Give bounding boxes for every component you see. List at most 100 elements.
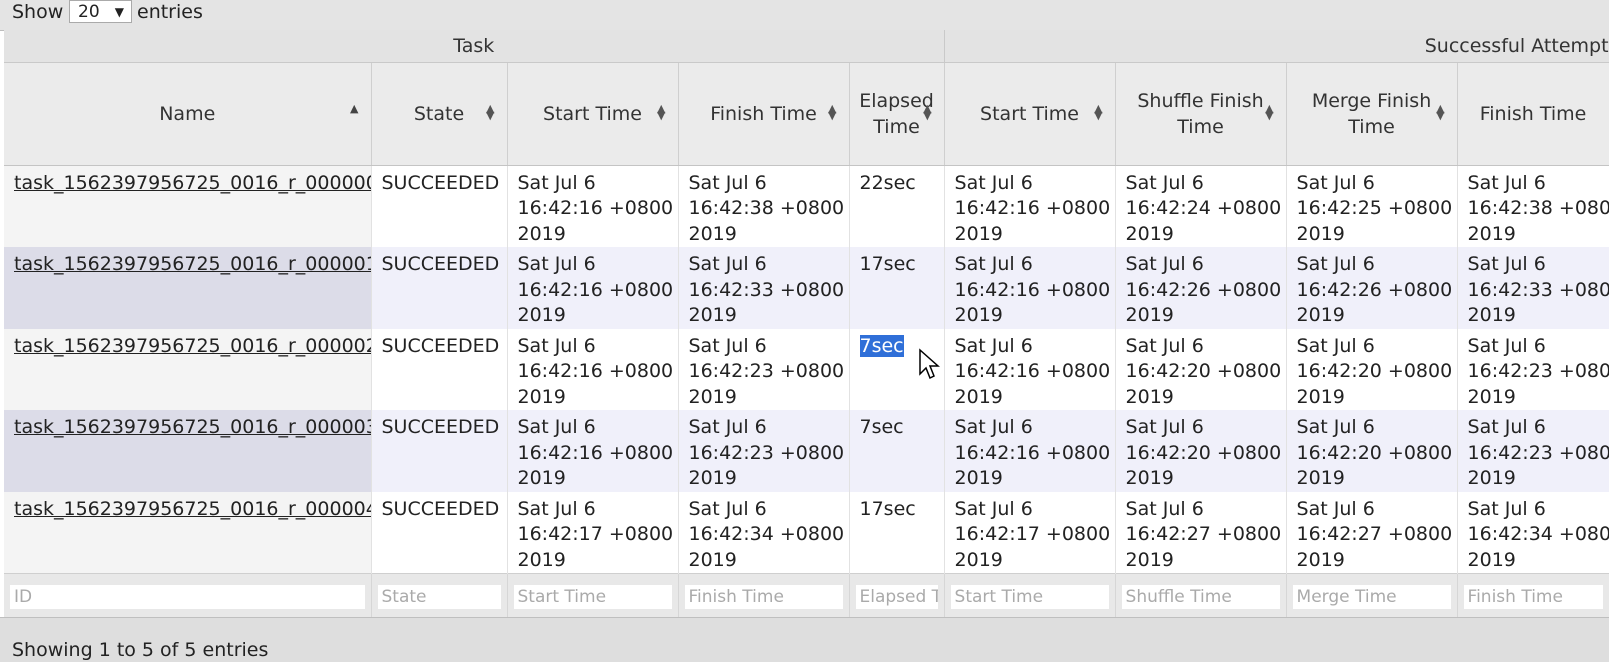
elapsed-value: 17sec [859, 253, 916, 275]
sort-both-icon: ▲ ▼ [1094, 101, 1103, 122]
column-header-state[interactable]: State ▲ ▼ [371, 62, 508, 166]
merge-finish-time-cell: Sat Jul 6 16:42:20 +0800 2019 [1286, 328, 1458, 410]
datetime-line: 2019 [1125, 548, 1174, 571]
filter-cell: Elapsed Time [849, 573, 945, 620]
column-header-finish-time[interactable]: Finish Time ▲ ▼ [678, 62, 850, 166]
datetime-line: Sat Jul 6 [954, 171, 1033, 194]
attempt-finish-time-cell: Sat Jul 6 16:42:38 +0800 2019 [1457, 165, 1609, 247]
datetime-line: 16:42:24 +0800 [1125, 197, 1282, 219]
task-name-cell: task_1562397956725_0016_r_000004 [4, 491, 372, 574]
mouse-pointer-icon [919, 348, 940, 380]
elapsed-time-cell: 7sec [849, 410, 945, 492]
datetime-line: Sat Jul 6 [688, 497, 767, 520]
filter-cell: Shuffle Time [1115, 573, 1287, 620]
merge-finish-time-cell: Sat Jul 6 16:42:26 +0800 2019 [1286, 247, 1458, 329]
task-name-cell: task_1562397956725_0016_r_000003 [4, 410, 372, 492]
filter-input-shuffle-time[interactable]: Shuffle Time [1121, 584, 1280, 609]
datetime-line: 2019 [517, 304, 566, 326]
shuffle-finish-time-cell: Sat Jul 6 16:42:24 +0800 2019 [1115, 165, 1287, 247]
task-state: SUCCEEDED [371, 410, 508, 492]
datetime-line: Sat Jul 6 [688, 416, 767, 438]
table-row: task_1562397956725_0016_r_000002 SUCCEEDE… [4, 328, 1609, 410]
datetime-line: Sat Jul 6 [517, 334, 596, 357]
column-header-name[interactable]: Name ▲ [4, 62, 372, 166]
datetime-line: Sat Jul 6 [688, 171, 767, 194]
datetime-line: 2019 [517, 548, 566, 571]
task-link[interactable]: task_1562397956725_0016_r_000001 [14, 253, 370, 275]
datetime-line: 16:42:38 +0800 [1467, 197, 1609, 219]
filter-input-start-time[interactable]: Start Time [513, 584, 672, 609]
datetime-line: Sat Jul 6 [1125, 497, 1204, 520]
datetime-line: 16:42:26 +0800 [1296, 278, 1453, 301]
column-header-shuffle-finish-time[interactable]: Shuffle Finish Time ▲ ▼ [1115, 62, 1287, 166]
merge-finish-time-cell: Sat Jul 6 16:42:25 +0800 2019 [1286, 165, 1458, 247]
column-header-label: Merge Finish Time [1311, 89, 1432, 138]
datetime-line: 16:42:20 +0800 [1296, 441, 1453, 464]
elapsed-time-cell: 17sec [849, 247, 945, 329]
datetime-line: 16:42:23 +0800 [688, 441, 845, 464]
task-state: SUCCEEDED [371, 247, 508, 329]
elapsed-value: 17sec [859, 497, 916, 520]
datetime-line: Sat Jul 6 [1467, 334, 1546, 357]
filter-input-elapsed-time[interactable]: Elapsed Time [855, 584, 938, 609]
entries-per-page-select[interactable]: 20 ▼ [69, 0, 132, 23]
column-header-attempt-start-time[interactable]: Start Time ▲ ▼ [944, 62, 1116, 166]
filter-input-attempt-start-time[interactable]: Start Time [950, 584, 1109, 609]
datetime-line: Sat Jul 6 [688, 253, 767, 275]
datetime-line: 16:42:16 +0800 [517, 197, 674, 219]
datetime-line: Sat Jul 6 [954, 334, 1033, 357]
datetime-line: 16:42:23 +0800 [1467, 441, 1609, 464]
filter-input-attempt-finish-time[interactable]: Finish Time [1463, 584, 1603, 609]
finish-time-cell: Sat Jul 6 16:42:33 +0800 2019 [678, 247, 850, 329]
datetime-line: 16:42:16 +0800 [517, 441, 674, 464]
task-link[interactable]: task_1562397956725_0016_r_000003 [14, 416, 370, 438]
datetime-line: 2019 [1296, 548, 1345, 571]
datetime-line: 2019 [1296, 222, 1345, 245]
datetime-line: Sat Jul 6 [1296, 334, 1375, 357]
column-header-attempt-finish-time[interactable]: Finish Time [1457, 62, 1609, 166]
column-header-elapsed-time[interactable]: Elapsed Time ▲ ▼ [849, 62, 945, 166]
task-link[interactable]: task_1562397956725_0016_r_000004 [14, 498, 370, 520]
datetime-line: 16:42:34 +0800 [1467, 523, 1609, 545]
datetime-line: 2019 [1467, 304, 1516, 326]
datetime-line: 2019 [517, 467, 566, 489]
datetime-line: 16:42:34 +0800 [688, 523, 845, 545]
task-link[interactable]: task_1562397956725_0016_r_000000 [14, 172, 370, 194]
filter-input-merge-time[interactable]: Merge Time [1292, 584, 1451, 609]
start-time-cell: Sat Jul 6 16:42:16 +0800 2019 [507, 165, 679, 247]
datetime-line: Sat Jul 6 [1125, 334, 1204, 357]
column-header-start-time[interactable]: Start Time ▲ ▼ [507, 62, 679, 166]
finish-time-cell: Sat Jul 6 16:42:23 +0800 2019 [678, 410, 850, 492]
datetime-line: Sat Jul 6 [954, 497, 1033, 520]
table-row: task_1562397956725_0016_r_000000 SUCCEEDE… [4, 165, 1609, 247]
datetime-line: 2019 [688, 467, 737, 489]
task-name-cell: task_1562397956725_0016_r_000000 [4, 165, 372, 247]
datetime-line: 2019 [1296, 385, 1345, 408]
column-header-label: Shuffle Finish Time [1137, 89, 1264, 138]
datetime-line: 16:42:33 +0800 [688, 278, 845, 301]
datetime-line: 2019 [688, 304, 737, 326]
shuffle-finish-time-cell: Sat Jul 6 16:42:20 +0800 2019 [1115, 410, 1287, 492]
datetime-line: 2019 [688, 548, 737, 571]
merge-finish-time-cell: Sat Jul 6 16:42:20 +0800 2019 [1286, 410, 1458, 492]
filter-cell: Start Time [507, 573, 679, 620]
tasks-table: Task Successful Attempt Name ▲ State ▲ ▼ Star… [4, 30, 1609, 620]
datetime-line: 16:42:16 +0800 [954, 197, 1111, 219]
datetime-line: Sat Jul 6 [517, 497, 596, 520]
datetime-line: 16:42:16 +0800 [954, 278, 1111, 301]
column-header-label: Name [159, 102, 216, 125]
task-state: SUCCEEDED [371, 165, 508, 247]
group-header-task: Task [4, 30, 945, 63]
column-header-label: Start Time [543, 102, 642, 125]
table-row: task_1562397956725_0016_r_000003 SUCCEEDE… [4, 410, 1609, 492]
filter-input-finish-time[interactable]: Finish Time [684, 584, 843, 609]
filter-input-state[interactable]: State [377, 584, 501, 609]
finish-time-cell: Sat Jul 6 16:42:34 +0800 2019 [678, 491, 850, 574]
column-header-merge-finish-time[interactable]: Merge Finish Time ▲ ▼ [1286, 62, 1458, 166]
column-header-label: Finish Time [1479, 102, 1587, 125]
datetime-line: 16:42:16 +0800 [954, 441, 1111, 464]
datetime-line: 16:42:26 +0800 [1125, 278, 1282, 301]
task-link[interactable]: task_1562397956725_0016_r_000002 [14, 335, 370, 357]
datetime-line: 2019 [1125, 304, 1174, 326]
filter-input-id[interactable]: ID [10, 584, 365, 609]
